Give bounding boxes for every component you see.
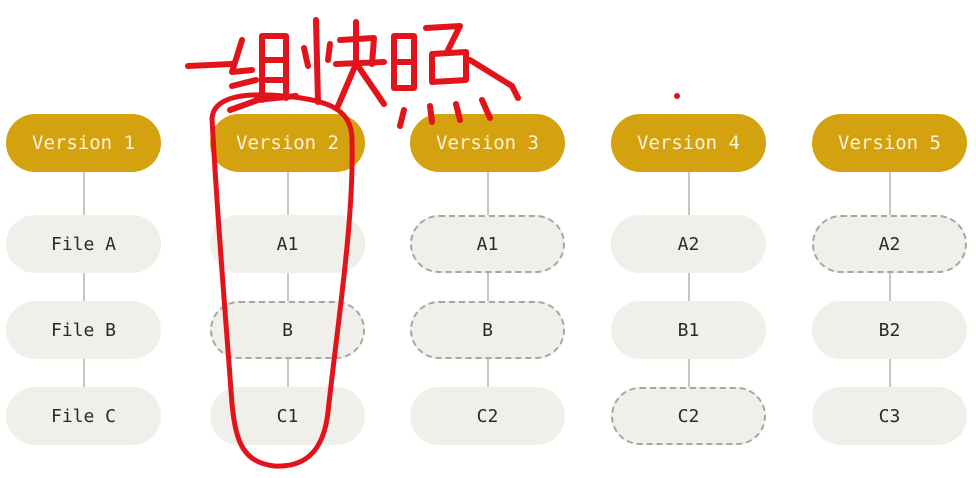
annotation-stroke	[185, 61, 235, 69]
version-4-node: Version 4	[611, 114, 766, 172]
connector-line	[287, 171, 289, 393]
version-1-file-b: File B	[6, 301, 161, 359]
version-2-file-b-reference: B	[210, 301, 365, 359]
version-3-node: Version 3	[410, 114, 565, 172]
annotation-stroke	[229, 37, 255, 75]
annotation-stroke	[227, 97, 261, 113]
version-5-file-a-reference: A2	[812, 215, 967, 273]
annotation-stroke	[229, 77, 259, 89]
version-1-file-a: File A	[6, 215, 161, 273]
version-2-file-a: A1	[210, 215, 365, 273]
connector-line	[487, 171, 489, 393]
version-3-file-c: C2	[410, 387, 565, 445]
version-3-file-b-reference: B	[410, 301, 565, 359]
version-5-node: Version 5	[812, 114, 967, 172]
annotation-stroke	[467, 57, 521, 101]
annotation-dot	[674, 93, 680, 99]
version-1-node: Version 1	[6, 114, 161, 172]
annotation-stroke	[301, 41, 333, 69]
version-4-file-a: A2	[611, 215, 766, 273]
version-2-file-c: C1	[210, 387, 365, 445]
snapshot-diagram: Version 1 File A File B File C Version 2…	[0, 0, 976, 478]
version-1-file-c: File C	[6, 387, 161, 445]
version-5-file-c: C3	[812, 387, 967, 445]
version-5-file-b: B2	[812, 301, 967, 359]
annotation-stroke	[253, 33, 299, 103]
annotation-stroke	[423, 23, 469, 85]
version-2-node: Version 2	[210, 114, 365, 172]
connector-line	[83, 171, 85, 393]
connector-line	[688, 171, 690, 393]
version-4-file-c-reference: C2	[611, 387, 766, 445]
annotation-stroke	[313, 17, 321, 105]
annotation-stroke	[333, 19, 387, 109]
connector-line	[889, 171, 891, 393]
annotation-stroke	[391, 33, 417, 91]
version-4-file-b: B1	[611, 301, 766, 359]
version-3-file-a-reference: A1	[410, 215, 565, 273]
